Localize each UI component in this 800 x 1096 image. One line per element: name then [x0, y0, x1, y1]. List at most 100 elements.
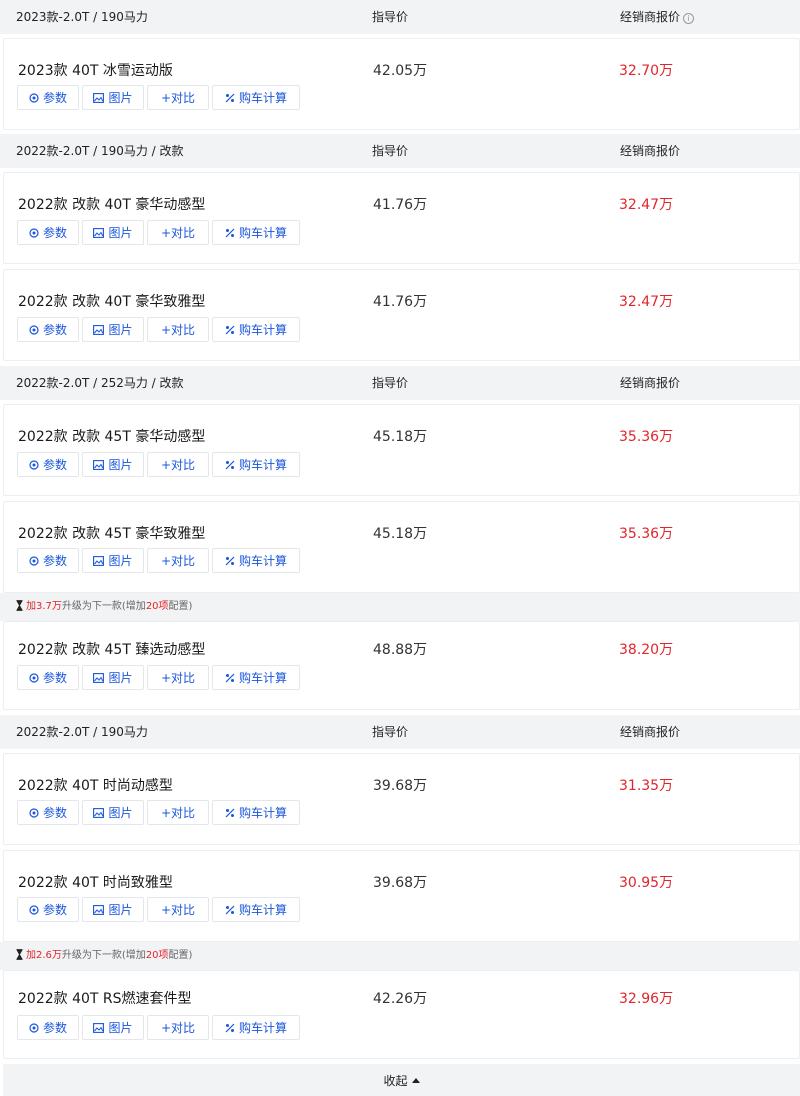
- calc-button[interactable]: 购车计算: [212, 665, 300, 690]
- params-icon: [29, 324, 39, 335]
- guide-price: 39.68万: [373, 875, 428, 891]
- photos-button[interactable]: 图片: [82, 800, 144, 825]
- photos-button[interactable]: 图片: [82, 1015, 144, 1040]
- calculator-icon: [225, 1023, 235, 1033]
- group-title: 2023款-2.0T / 190马力: [16, 10, 148, 24]
- calc-button[interactable]: 购车计算: [212, 800, 300, 825]
- photos-button[interactable]: 图片: [82, 548, 144, 573]
- params-button[interactable]: 参数: [17, 548, 79, 573]
- action-buttons: 参数 图片 +对比 购车计算: [17, 452, 300, 477]
- compare-button[interactable]: +对比: [147, 548, 209, 573]
- compare-button[interactable]: +对比: [147, 317, 209, 342]
- guide-price: 45.18万: [373, 526, 428, 542]
- calc-button[interactable]: 购车计算: [212, 220, 300, 245]
- guide-price: 42.26万: [373, 991, 428, 1007]
- group-header: 2023款-2.0T / 190马力 指导价 经销商报价 i: [0, 0, 800, 34]
- group-title: 2022款-2.0T / 190马力: [16, 725, 148, 739]
- dealer-price[interactable]: 32.47万: [619, 196, 673, 214]
- dealer-price[interactable]: 30.95万: [619, 874, 673, 892]
- photos-button[interactable]: 图片: [82, 897, 144, 922]
- photos-button[interactable]: 图片: [82, 220, 144, 245]
- params-button[interactable]: 参数: [17, 897, 79, 922]
- collapse-button[interactable]: 收起: [3, 1064, 800, 1096]
- model-card: 2022款 改款 45T 臻选动感型 48.88万 38.20万 参数 图片 +…: [3, 621, 800, 710]
- dealer-price-label: 经销商报价: [620, 144, 681, 158]
- guide-price: 48.88万: [373, 642, 428, 658]
- calc-button[interactable]: 购车计算: [212, 317, 300, 342]
- calculator-icon: [225, 905, 235, 915]
- upgrade-tip: 加3.7万升级为下一款(增加20项配置): [0, 593, 800, 621]
- action-buttons: 参数 图片 +对比 购车计算: [17, 800, 300, 825]
- params-button[interactable]: 参数: [17, 85, 79, 110]
- params-icon: [29, 807, 39, 818]
- params-button[interactable]: 参数: [17, 665, 79, 690]
- dealer-price[interactable]: 38.20万: [619, 641, 673, 659]
- model-name[interactable]: 2022款 改款 45T 豪华动感型: [18, 428, 205, 446]
- action-buttons: 参数 图片 +对比 购车计算: [17, 1015, 300, 1040]
- photos-button[interactable]: 图片: [82, 665, 144, 690]
- image-icon: [93, 227, 105, 238]
- photos-button[interactable]: 图片: [82, 317, 144, 342]
- calculator-icon: [225, 325, 235, 335]
- image-icon: [93, 672, 105, 683]
- calc-button[interactable]: 购车计算: [212, 1015, 300, 1040]
- model-name[interactable]: 2022款 改款 40T 豪华致雅型: [18, 293, 205, 311]
- params-icon: [29, 92, 39, 103]
- model-name[interactable]: 2022款 40T RS燃速套件型: [18, 990, 192, 1008]
- calc-button[interactable]: 购车计算: [212, 85, 300, 110]
- params-button[interactable]: 参数: [17, 317, 79, 342]
- action-buttons: 参数 图片 +对比 购车计算: [17, 220, 300, 245]
- action-buttons: 参数 图片 +对比 购车计算: [17, 665, 300, 690]
- group-header: 2022款-2.0T / 190马力 指导价 经销商报价: [0, 715, 800, 749]
- guide-price: 45.18万: [373, 429, 428, 445]
- compare-button[interactable]: +对比: [147, 452, 209, 477]
- group-header: 2022款-2.0T / 190马力 / 改款 指导价 经销商报价: [0, 134, 800, 168]
- dealer-price[interactable]: 32.70万: [619, 62, 673, 80]
- calc-button[interactable]: 购车计算: [212, 548, 300, 573]
- params-button[interactable]: 参数: [17, 452, 79, 477]
- compare-button[interactable]: +对比: [147, 897, 209, 922]
- model-card: 2022款 40T 时尚动感型 39.68万 31.35万 参数 图片 +对比 …: [3, 753, 800, 845]
- model-name[interactable]: 2022款 改款 45T 豪华致雅型: [18, 525, 205, 543]
- info-icon[interactable]: i: [683, 13, 695, 24]
- guide-price: 41.76万: [373, 197, 428, 213]
- compare-button[interactable]: +对比: [147, 1015, 209, 1040]
- params-button[interactable]: 参数: [17, 800, 79, 825]
- model-card: 2023款 40T 冰雪运动版 42.05万 32.70万 参数 图片 +对比 …: [3, 38, 800, 130]
- calc-button[interactable]: 购车计算: [212, 897, 300, 922]
- model-card: 2022款 改款 40T 豪华动感型 41.76万 32.47万 参数 图片 +…: [3, 172, 800, 264]
- dealer-price[interactable]: 32.96万: [619, 990, 673, 1008]
- calculator-icon: [225, 460, 235, 470]
- group-header: 2022款-2.0T / 252马力 / 改款 指导价 经销商报价: [0, 366, 800, 400]
- action-buttons: 参数 图片 +对比 购车计算: [17, 897, 300, 922]
- compare-button[interactable]: +对比: [147, 85, 209, 110]
- group-title: 2022款-2.0T / 190马力 / 改款: [16, 144, 184, 158]
- image-icon: [93, 555, 105, 566]
- params-icon: [29, 1022, 39, 1033]
- params-button[interactable]: 参数: [17, 220, 79, 245]
- model-name[interactable]: 2022款 40T 时尚致雅型: [18, 874, 173, 892]
- photos-button[interactable]: 图片: [82, 452, 144, 477]
- model-name[interactable]: 2022款 改款 45T 臻选动感型: [18, 641, 205, 659]
- dealer-price[interactable]: 35.36万: [619, 525, 673, 543]
- hourglass-icon: [16, 949, 23, 965]
- model-name[interactable]: 2022款 40T 时尚动感型: [18, 777, 173, 795]
- upgrade-tip: 加2.6万升级为下一款(增加20项配置): [0, 942, 800, 970]
- image-icon: [93, 92, 105, 103]
- guide-price: 42.05万: [373, 63, 428, 79]
- model-card: 2022款 改款 40T 豪华致雅型 41.76万 32.47万 参数 图片 +…: [3, 269, 800, 361]
- photos-button[interactable]: 图片: [82, 85, 144, 110]
- model-name[interactable]: 2023款 40T 冰雪运动版: [18, 62, 173, 80]
- compare-button[interactable]: +对比: [147, 800, 209, 825]
- dealer-price[interactable]: 35.36万: [619, 428, 673, 446]
- calculator-icon: [225, 228, 235, 238]
- calc-button[interactable]: 购车计算: [212, 452, 300, 477]
- compare-button[interactable]: +对比: [147, 220, 209, 245]
- dealer-price[interactable]: 32.47万: [619, 293, 673, 311]
- compare-button[interactable]: +对比: [147, 665, 209, 690]
- params-button[interactable]: 参数: [17, 1015, 79, 1040]
- dealer-price[interactable]: 31.35万: [619, 777, 673, 795]
- image-icon: [93, 904, 105, 915]
- model-name[interactable]: 2022款 改款 40T 豪华动感型: [18, 196, 205, 214]
- params-icon: [29, 904, 39, 915]
